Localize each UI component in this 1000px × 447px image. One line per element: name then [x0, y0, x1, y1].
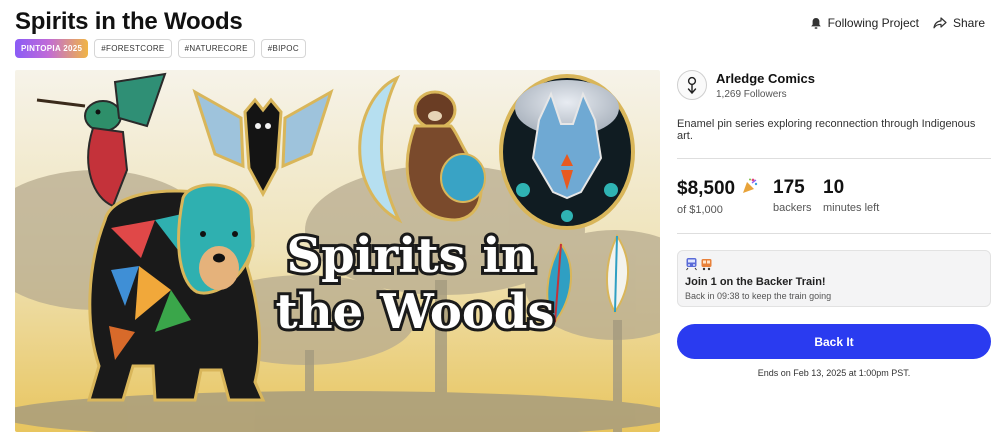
tag-forestcore[interactable]: #FORESTCORE	[94, 39, 172, 58]
creator[interactable]: Arledge Comics 1,269 Followers	[677, 70, 991, 100]
train-car-icon	[700, 257, 713, 273]
creator-name[interactable]: Arledge Comics	[716, 71, 815, 86]
goal-amount: of $1,000	[677, 204, 723, 216]
tag-list: PINTOPIA 2025 #FORESTCORE #NATURECORE #B…	[15, 39, 306, 58]
project-description: Enamel pin series exploring reconnection…	[677, 118, 976, 142]
hero-title: Spirits in the Woods	[273, 225, 558, 343]
project-sidebar: Arledge Comics 1,269 Followers Enamel pi…	[677, 70, 991, 378]
backers-count: 175	[773, 177, 805, 198]
back-it-button[interactable]: Back It	[677, 324, 991, 359]
backers-label: backers	[773, 202, 812, 214]
backer-train-subtitle: Back in 09:38 to keep the train going	[685, 291, 832, 301]
wolf-pin	[499, 74, 635, 230]
tag-naturecore[interactable]: #NATURECORE	[177, 39, 255, 58]
backers-stat: 175 backers	[773, 177, 823, 233]
funding-stats: $8,500 of $1,000 175 backers 10 minutes …	[677, 159, 991, 233]
hero-image[interactable]: Spirits in the Woods	[15, 70, 660, 432]
pledged-stat: $8,500 of $1,000	[677, 177, 773, 233]
following-project-button[interactable]: Following Project	[810, 16, 919, 30]
party-popper-icon	[741, 177, 759, 201]
share-icon	[933, 17, 947, 29]
following-project-label: Following Project	[827, 16, 919, 30]
divider	[677, 233, 991, 234]
project-title: Spirits in the Woods	[15, 8, 243, 35]
backer-train-title: Join 1 on the Backer Train!	[685, 276, 826, 288]
share-label: Share	[952, 16, 985, 30]
time-left-count: 10	[823, 177, 845, 198]
bell-icon	[810, 17, 822, 30]
hero-title-line2: the Woods	[276, 284, 555, 340]
bear-pin	[86, 183, 266, 402]
pledged-amount: $8,500	[677, 178, 736, 199]
tag-bipoc[interactable]: #BIPOC	[260, 39, 306, 58]
campaign-end-date: Ends on Feb 13, 2025 at 1:00pm PST.	[757, 368, 911, 378]
backer-train-card: Join 1 on the Backer Train! Back in 09:3…	[677, 250, 991, 307]
time-left-label: minutes left	[823, 202, 880, 214]
pintopia-badge[interactable]: PINTOPIA 2025	[15, 39, 89, 58]
time-left-stat: 10 minutes left	[823, 177, 879, 233]
creator-followers: 1,269 Followers	[716, 88, 787, 100]
hero-title-line1: Spirits in	[286, 228, 535, 284]
train-icons	[685, 257, 983, 273]
train-icon	[685, 257, 698, 273]
creator-avatar[interactable]	[677, 70, 707, 100]
share-button[interactable]: Share	[933, 16, 985, 30]
header-actions: Following Project Share	[810, 16, 985, 30]
